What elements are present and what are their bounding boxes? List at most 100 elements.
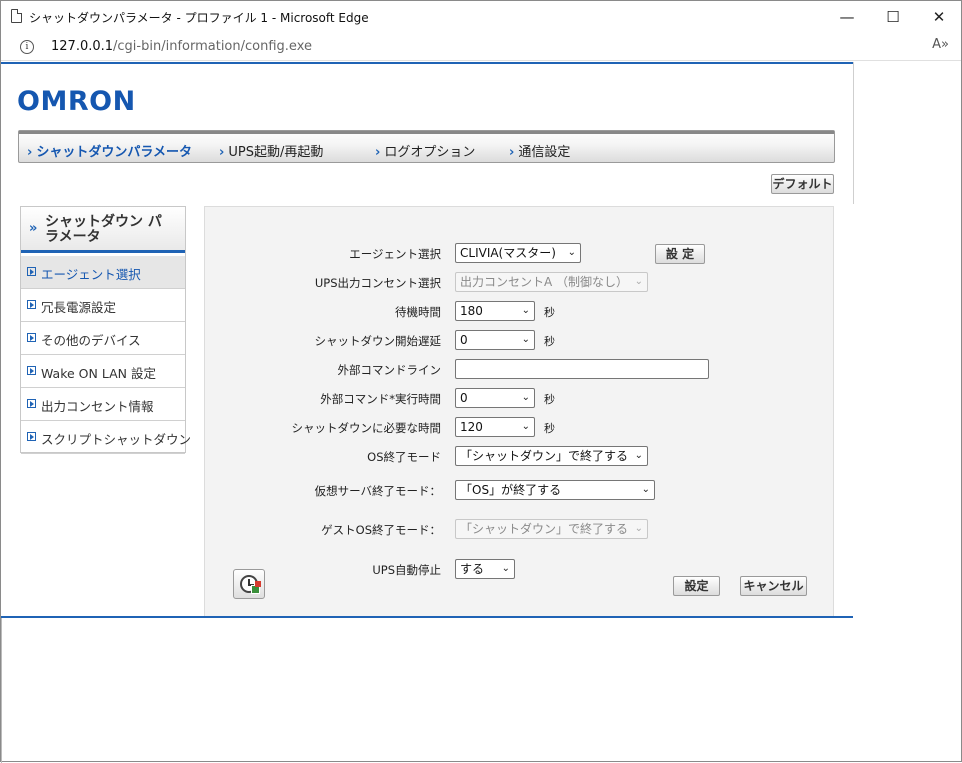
vm-server-mode-value: 「OS」が終了する (460, 483, 562, 497)
window-title: シャットダウンパラメータ - プロファイル 1 - Microsoft Edge (29, 11, 369, 25)
arrow-box-icon (27, 432, 36, 441)
sidebar-item-label: スクリプトシャットダウン (41, 432, 192, 447)
external-cmd-label: 外部コマンドライン (337, 363, 442, 377)
schedule-button[interactable] (233, 569, 265, 599)
sidebar-item-label: エージェント選択 (41, 267, 141, 282)
sidebar-header: » シャットダウン パラメータ (21, 207, 185, 253)
read-aloud-icon[interactable]: A» (932, 37, 949, 52)
agent-select-value: CLIVIA(マスター) (460, 246, 556, 260)
calendar-icon (251, 581, 261, 594)
url-path: /cgi-bin/information/config.exe (113, 39, 312, 54)
omron-logo: OMRON (17, 86, 136, 117)
sidebar-item-label: 出力コンセント情報 (41, 399, 154, 414)
page-content: OMRON › シャットダウンパラメータ › UPS起動/再起動 › ログオプション … (1, 62, 853, 618)
info-icon[interactable]: i (20, 40, 34, 54)
external-cmd-input[interactable] (455, 359, 709, 379)
chevron-down-icon: ⌄ (634, 276, 643, 287)
default-button[interactable]: デフォルト (771, 174, 834, 194)
shutdown-required-time-label: シャットダウンに必要な時間 (291, 421, 442, 435)
minimize-button[interactable]: — (824, 1, 870, 33)
sidebar-item-wake-on-lan[interactable]: Wake ON LAN 設定 (21, 355, 185, 388)
shutdown-required-time-select[interactable]: 120 ⌄ (455, 417, 535, 437)
sidebar-item-redundant-power[interactable]: 冗長電源設定 (21, 289, 185, 322)
external-cmd-time-value: 0 (460, 391, 468, 405)
sidebar-item-label: 冗長電源設定 (41, 300, 117, 315)
cancel-button[interactable]: キャンセル (740, 576, 807, 596)
external-cmd-time-unit: 秒 (544, 393, 555, 406)
wait-time-select[interactable]: 180 ⌄ (455, 301, 535, 321)
sidebar-item-outlet-info[interactable]: 出力コンセント情報 (21, 388, 185, 421)
wait-time-label: 待機時間 (395, 305, 441, 319)
nav-label: シャットダウンパラメータ (36, 145, 192, 160)
double-chevron-icon: » (29, 221, 38, 236)
vm-server-mode-select[interactable]: 「OS」が終了する ⌄ (455, 480, 655, 500)
nav-comm-settings[interactable]: › 通信設定 (509, 141, 570, 160)
os-mode-value: 「シャットダウン」で終了する (460, 449, 629, 463)
page-icon (11, 9, 22, 23)
sidebar-item-other-devices[interactable]: その他のデバイス (21, 322, 185, 355)
maximize-button[interactable]: ☐ (870, 1, 916, 33)
nav-ups-startup[interactable]: › UPS起動/再起動 (219, 141, 323, 160)
guest-os-mode-value: 「シャットダウン」で終了する (460, 522, 629, 536)
arrow-box-icon (27, 333, 36, 342)
outlet-select: 出力コンセントA （制御なし） ⌄ (455, 272, 648, 292)
chevron-right-icon: › (27, 145, 33, 160)
chevron-down-icon: ⌄ (501, 563, 510, 574)
browser-window: シャットダウンパラメータ - プロファイル 1 - Microsoft Edge… (0, 0, 962, 763)
main-nav: › シャットダウンパラメータ › UPS起動/再起動 › ログオプション › 通信設定 (18, 130, 835, 163)
shutdown-delay-unit: 秒 (544, 335, 555, 348)
agent-set-button[interactable]: 設 定 (655, 244, 705, 264)
ups-auto-stop-label: UPS自動停止 (372, 563, 441, 577)
os-mode-label: OS終了モード (367, 450, 441, 464)
sidebar: » シャットダウン パラメータ エージェント選択 冗長電源設定 その他のデバイス… (20, 206, 191, 454)
sidebar-item-label: Wake ON LAN 設定 (41, 366, 156, 381)
url-text[interactable]: 127.0.0.1/cgi-bin/information/config.exe (51, 39, 312, 54)
shutdown-delay-value: 0 (460, 333, 468, 347)
agent-select[interactable]: CLIVIA(マスター) ⌄ (455, 243, 581, 263)
shutdown-delay-select[interactable]: 0 ⌄ (455, 330, 535, 350)
title-bar: シャットダウンパラメータ - プロファイル 1 - Microsoft Edge… (1, 1, 961, 33)
agent-label: エージェント選択 (349, 247, 441, 261)
chevron-down-icon: ⌄ (521, 334, 530, 345)
divider (853, 62, 854, 204)
ups-auto-stop-select[interactable]: する ⌄ (455, 559, 515, 579)
nav-label: ログオプション (384, 145, 476, 160)
arrow-box-icon (27, 300, 36, 309)
external-cmd-time-select[interactable]: 0 ⌄ (455, 388, 535, 408)
close-button[interactable]: ✕ (916, 1, 962, 33)
guest-os-mode-select: 「シャットダウン」で終了する ⌄ (455, 519, 648, 539)
address-bar[interactable]: i 127.0.0.1/cgi-bin/information/config.e… (1, 33, 961, 61)
save-button[interactable]: 設定 (673, 576, 720, 596)
chevron-down-icon: ⌄ (567, 247, 576, 258)
chevron-right-icon: › (375, 145, 381, 160)
shutdown-required-time-unit: 秒 (544, 422, 555, 435)
chevron-down-icon: ⌄ (634, 523, 643, 534)
arrow-box-icon (27, 399, 36, 408)
sidebar-item-script-shutdown[interactable]: スクリプトシャットダウン (21, 421, 191, 454)
sidebar-item-label: その他のデバイス (41, 333, 141, 348)
ups-auto-stop-value: する (460, 562, 485, 576)
chevron-down-icon: ⌄ (521, 421, 530, 432)
vm-server-mode-label: 仮想サーバ終了モード： (314, 484, 441, 498)
external-cmd-time-label: 外部コマンド*実行時間 (320, 392, 441, 406)
nav-shutdown-params[interactable]: › シャットダウンパラメータ (27, 141, 192, 160)
shutdown-delay-label: シャットダウン開始遅延 (314, 334, 442, 348)
sidebar-title: シャットダウン パラメータ (45, 214, 162, 245)
nav-log-options[interactable]: › ログオプション (375, 141, 475, 160)
outlet-select-value: 出力コンセントA （制御なし） (460, 275, 629, 289)
chevron-down-icon: ⌄ (521, 392, 530, 403)
arrow-box-icon (27, 267, 36, 276)
chevron-right-icon: › (219, 145, 225, 160)
url-host: 127.0.0.1 (51, 39, 114, 54)
chevron-right-icon: › (509, 145, 515, 160)
nav-label: UPS起動/再起動 (228, 145, 324, 160)
sidebar-item-agent-select[interactable]: エージェント選択 (21, 256, 185, 289)
os-mode-select[interactable]: 「シャットダウン」で終了する ⌄ (455, 446, 648, 466)
chevron-down-icon: ⌄ (634, 450, 643, 461)
divider (1, 618, 2, 763)
page-bottom-rule (1, 616, 853, 618)
chevron-down-icon: ⌄ (641, 484, 650, 495)
nav-label: 通信設定 (518, 145, 571, 160)
arrow-box-icon (27, 366, 36, 375)
shutdown-required-time-value: 120 (460, 420, 483, 434)
